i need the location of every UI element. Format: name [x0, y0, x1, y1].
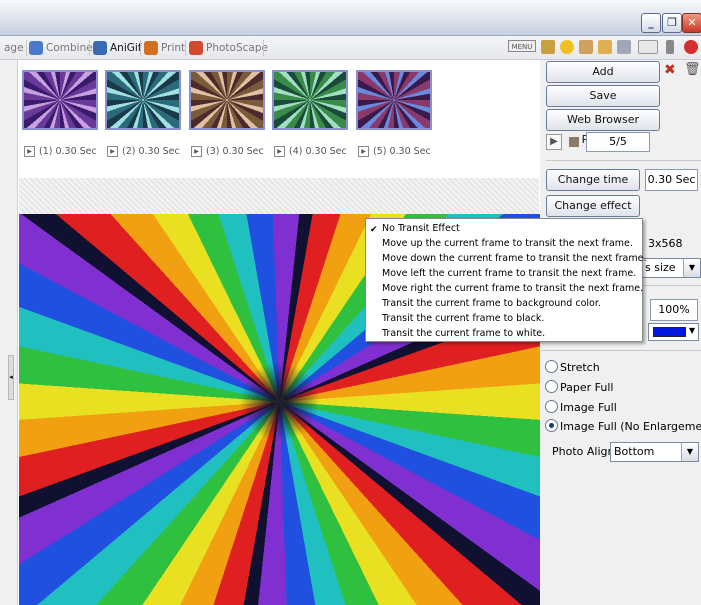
frame-thumbnail[interactable] — [189, 70, 265, 130]
chevron-down-icon: ▼ — [689, 326, 696, 335]
change-effect-button[interactable]: Change effect — [546, 195, 640, 217]
photo-align-label: Photo Align — [552, 445, 615, 458]
anigif-icon — [93, 41, 107, 55]
save-button[interactable]: Save — [546, 85, 660, 107]
play-icon: ▶ — [107, 146, 118, 157]
play-icon: ▶ — [358, 146, 369, 157]
frame-label[interactable]: ▶ (2) 0.30 Sec — [107, 146, 180, 157]
folder-icon[interactable] — [598, 40, 612, 54]
time-value: 0.30 Sec — [645, 169, 698, 191]
chevron-down-icon: ▼ — [683, 259, 700, 277]
frame-label[interactable]: ▶ (4) 0.30 Sec — [274, 146, 347, 157]
play-icon: ▶ — [24, 146, 35, 157]
menu-item-move-right[interactable]: Move right the current frame to transit … — [366, 282, 643, 297]
menu-icon[interactable]: MENU — [508, 40, 536, 52]
tab-separator — [26, 40, 27, 56]
tab-separator — [89, 40, 90, 56]
zoom-field[interactable]: 100% — [650, 299, 698, 321]
tools-icon[interactable] — [541, 40, 555, 54]
radio-stretch[interactable]: Stretch — [545, 360, 600, 376]
web-browser-preview-button[interactable]: Web Browser Preview — [546, 109, 660, 146]
tab-print[interactable]: Print — [144, 39, 185, 57]
radio-image-full[interactable]: Image Full — [545, 400, 617, 416]
fill-color-picker[interactable]: ▼ — [648, 323, 699, 341]
radio-image-full-no-enlargement[interactable]: Image Full (No Enlargement) — [545, 419, 701, 435]
combine-icon — [29, 41, 43, 55]
canvas-background — [19, 178, 539, 214]
frame-strip: ▶ (1) 0.30 Sec ▶ (2) 0.30 Sec ▶ (3) 0.30 Se… — [19, 60, 539, 178]
tab-image-partial[interactable]: age — [4, 39, 24, 57]
menu-item-white[interactable]: Transit the current frame to white. — [366, 327, 642, 342]
color-swatch — [653, 327, 686, 337]
frame-thumbnail[interactable] — [22, 70, 98, 130]
menu-item-background-color[interactable]: Transit the current frame to background … — [366, 297, 642, 312]
menu-item-move-down[interactable]: Move down the current frame to transit t… — [366, 252, 646, 267]
window-title-bar: _ ❐ ✕ — [0, 0, 701, 36]
menu-item-black[interactable]: Transit the current frame to black. — [366, 312, 642, 327]
divider — [546, 160, 701, 161]
play-icon: ▶ — [274, 146, 285, 157]
radio-circle — [545, 360, 558, 373]
divider — [541, 350, 701, 351]
close-icon[interactable]: ✕ — [682, 13, 701, 33]
tab-separator — [185, 40, 186, 56]
radio-circle — [545, 400, 558, 413]
puzzle-icon[interactable] — [579, 40, 593, 54]
delete-x-icon[interactable]: ✖ — [664, 62, 676, 78]
collapse-handle[interactable]: ◂ — [8, 355, 14, 400]
copy-icon[interactable] — [617, 40, 631, 54]
stop-icon[interactable] — [569, 137, 579, 147]
maximize-icon[interactable]: ❐ — [662, 13, 682, 33]
frame-label[interactable]: ▶ (5) 0.30 Sec — [358, 146, 431, 157]
frame-label[interactable]: ▶ (3) 0.30 Sec — [191, 146, 264, 157]
trash-icon[interactable]: 🗑 — [684, 62, 701, 77]
tab-bar: age Combine AniGif Print PhotoScape — [0, 36, 701, 60]
photoscape-icon — [189, 41, 203, 55]
tab-separator — [140, 40, 141, 56]
star-icon[interactable] — [560, 40, 574, 54]
left-panel-strip: ◂ — [0, 60, 18, 605]
tab-separator — [263, 40, 264, 56]
radio-circle-selected — [545, 419, 558, 432]
frame-counter: 5/5 — [586, 132, 650, 152]
key-icon[interactable] — [666, 40, 674, 54]
frame-thumbnail[interactable] — [272, 70, 348, 130]
menu-item-move-up[interactable]: Move up the current frame to transit the… — [366, 237, 642, 252]
menu-item-no-transit[interactable]: ✔ No Transit Effect — [366, 222, 642, 237]
image-size-readout: 3x568 — [648, 237, 683, 250]
tab-anigif[interactable]: AniGif — [93, 39, 142, 57]
add-button[interactable]: Add — [546, 61, 660, 83]
play-icon[interactable]: ▶ — [546, 134, 562, 150]
frame-label[interactable]: ▶ (1) 0.30 Sec — [24, 146, 97, 157]
radio-paper-full[interactable]: Paper Full — [545, 380, 613, 396]
help-icon[interactable] — [684, 40, 698, 54]
change-time-button[interactable]: Change time — [546, 169, 640, 191]
chevron-down-icon: ▼ — [681, 443, 698, 461]
divider — [643, 285, 701, 286]
radio-circle — [545, 380, 558, 393]
print-icon — [144, 41, 158, 55]
frame-thumbnail[interactable] — [356, 70, 432, 130]
minimize-icon[interactable]: _ — [641, 13, 661, 33]
tab-photoscape[interactable]: PhotoScape — [189, 39, 268, 57]
frame-thumbnail[interactable] — [105, 70, 181, 130]
photo-align-select[interactable]: Bottom ▼ — [610, 442, 699, 462]
menu-item-move-left[interactable]: Move left the current frame to transit t… — [366, 267, 642, 282]
transit-effect-menu: ✔ No Transit Effect Move up the current … — [365, 218, 646, 342]
play-icon: ▶ — [191, 146, 202, 157]
window-icon[interactable] — [638, 40, 658, 54]
check-icon: ✔ — [370, 225, 378, 235]
size-select[interactable]: s size ▼ — [641, 258, 701, 278]
tab-combine[interactable]: Combine — [29, 39, 93, 57]
